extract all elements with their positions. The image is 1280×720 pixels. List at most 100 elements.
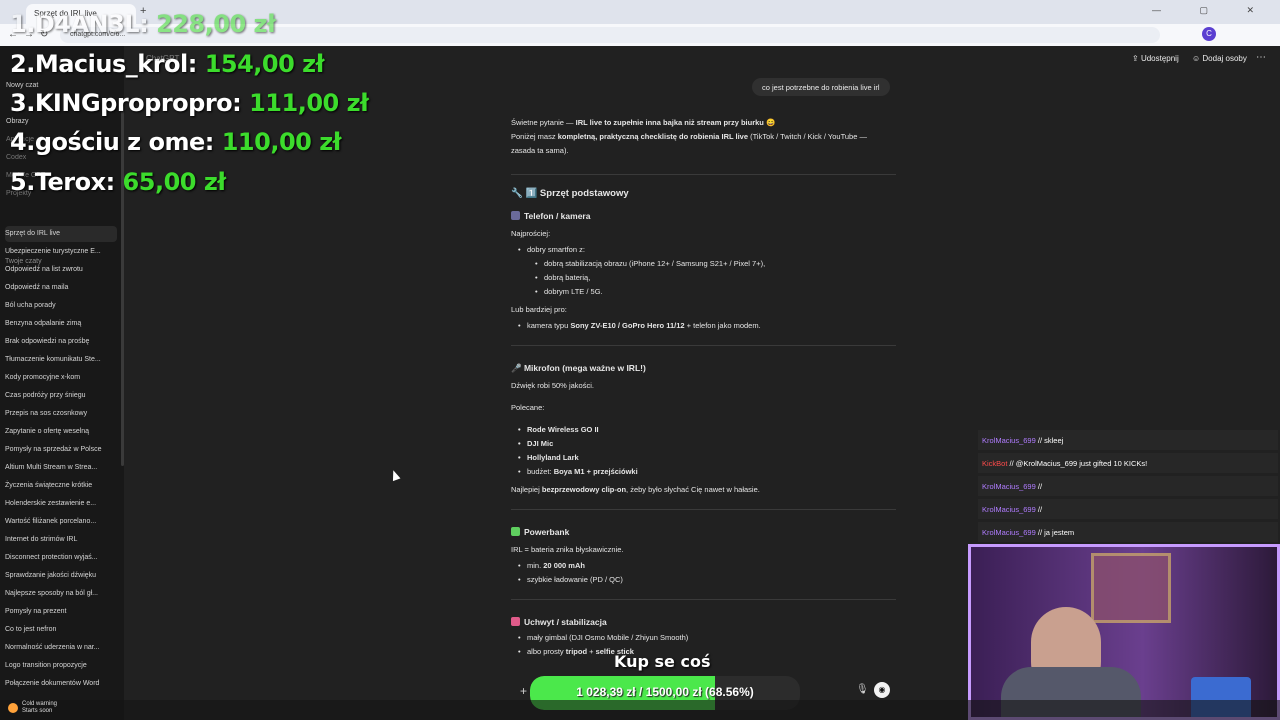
sidebar-chat-item[interactable]: Najlepsze sposoby na ból gł... (5, 586, 117, 602)
chat-text: ja jestem (1044, 528, 1075, 537)
sidebar-chat-item[interactable]: Wartość filiżanek porcelano... (5, 514, 117, 530)
add-people-button[interactable]: ☺ Dodaj osoby (1192, 54, 1247, 63)
list-item: DJI Mic (518, 437, 553, 451)
subsection-heading: Telefon / kamera (511, 209, 590, 223)
donation-goal-text: 1 028,39 zł / 1500,00 zł (68.56%) (576, 685, 754, 699)
subsection-heading: Powerbank (511, 525, 569, 539)
list-item: mały gimbal (DJI Osmo Mobile / Zhiyun Sm… (518, 631, 688, 645)
list-item: Hollyland Lark (518, 451, 579, 465)
stream-chat-message: KickBot // @KrolMacius_699 just gifted 1… (978, 453, 1278, 473)
list-item: Rode Wireless GO II (518, 423, 599, 437)
chat-text: skleej (1044, 436, 1064, 445)
chat-username: KrolMacius_699 (982, 482, 1036, 491)
list-item: dobrą stabilizacją obrazu (iPhone 12+ / … (535, 257, 765, 271)
list-item: budżet: Boya M1 + przejściówki (518, 465, 638, 479)
paragraph: Najprościej: (511, 229, 551, 238)
list-item: dobrym LTE / 5G. (535, 285, 603, 299)
battery-icon (511, 527, 520, 536)
intro-line-2: Poniżej masz kompletną, praktyczną check… (511, 132, 867, 141)
weather-widget[interactable]: Cold warning Starts soon (22, 701, 57, 715)
stream-chat-message: KrolMacius_699 // ja jestem (978, 522, 1278, 542)
leaderboard-entry-5: 5.Terox: 65,00 zł (10, 168, 226, 196)
sidebar-chat-item[interactable]: Normalność uderzenia w nar... (5, 640, 117, 656)
sidebar-chat-item[interactable]: Zapytanie o ofertę weselną (5, 424, 117, 440)
divider (511, 345, 896, 346)
sidebar-chat-item[interactable]: Brak odpowiedzi na prośbę (5, 334, 117, 350)
chat-username: KrolMacius_699 (982, 436, 1036, 445)
list-item: szybkie ładowanie (PD / QC) (518, 573, 623, 587)
subsection-heading: Uchwyt / stabilizacja (511, 615, 607, 629)
intro-line-3: zasada ta sama). (511, 146, 569, 155)
sidebar-chat-item[interactable]: Holenderskie zestawienie e... (5, 496, 117, 512)
list-item: kamera typu Sony ZV-E10 / GoPro Hero 11/… (518, 319, 761, 333)
sidebar-chat-item[interactable]: Sprawdzanie jakości dźwięku (5, 568, 117, 584)
sidebar-chat-item[interactable]: Sprzęt do IRL live (5, 226, 117, 242)
list-item: dobrą baterią, (535, 271, 590, 285)
user-message-bubble: co jest potrzebne do robienia live irl (752, 78, 890, 96)
sidebar-chat-item[interactable]: Przepis na sos czosnkowy (5, 406, 117, 422)
paragraph: IRL = bateria znika błyskawicznie. (511, 545, 624, 554)
wrench-icon: 🔧 (511, 188, 526, 199)
sidebar-chat-item[interactable]: Odpowiedź na maila (5, 280, 117, 296)
sidebar-chat-item[interactable]: Pomysły na prezent (5, 604, 117, 620)
window-controls[interactable]: — ▢ ✕ (1152, 5, 1272, 16)
profile-avatar[interactable]: C (1202, 27, 1216, 41)
sidebar-chat-item[interactable]: Logo transition propozycje (5, 658, 117, 674)
section-heading: 🔧 1️⃣ Sprzęt podstawowy (511, 188, 629, 199)
list-item: dobry smartfon z: (518, 243, 585, 257)
stream-chat-message: KrolMacius_699 // skleej (978, 430, 1278, 450)
stream-chat-message: KrolMacius_699 // (978, 499, 1278, 519)
paragraph: Najlepiej bezprzewodowy clip-on, żeby by… (511, 485, 760, 494)
sidebar-chat-item[interactable]: Życzenia świąteczne krótkie (5, 478, 117, 494)
leaderboard-entry-3: 3.KINGpropropro: 111,00 zł (10, 89, 369, 117)
intro-line-1: Świetne pytanie — IRL live to zupełnie i… (511, 118, 776, 127)
chat-username: KrolMacius_699 (982, 528, 1036, 537)
pin-icon (511, 617, 520, 626)
sidebar-images[interactable]: Obrazy (6, 118, 29, 125)
weather-icon (8, 703, 18, 713)
sidebar-chat-item[interactable]: Co to jest nefron (5, 622, 117, 638)
share-icon: ⇪ (1132, 54, 1141, 63)
sidebar-chat-item[interactable]: Disconnect protection wyjaś... (5, 550, 117, 566)
model-selector[interactable]: ChatGPT (146, 54, 179, 63)
sidebar-chat-item[interactable]: Czas podróży przy śniegu (5, 388, 117, 404)
webcam-overlay (968, 544, 1280, 720)
sidebar-chat-item[interactable]: Pomysły na sprzedaż w Polsce (5, 442, 117, 458)
sidebar-chat-item[interactable]: Altium Multi Stream w Strea... (5, 460, 117, 476)
divider (511, 599, 896, 600)
list-item: min. 20 000 mAh (518, 559, 585, 573)
sidebar-chat-item[interactable]: Ból ucha porady (5, 298, 117, 314)
sidebar-chat-item[interactable]: Odpowiedź na list zwrotu (5, 262, 117, 278)
chat-username: KickBot (982, 459, 1008, 468)
voice-mode-button[interactable]: ◉ (874, 682, 890, 698)
microphone-icon[interactable]: 🎙 (856, 684, 869, 695)
paragraph: Dźwięk robi 50% jakości. (511, 381, 594, 390)
share-button[interactable]: ⇪ Udostępnij (1132, 54, 1179, 63)
chat-username: KrolMacius_699 (982, 505, 1036, 514)
donation-goal-title: Kup se coś (614, 652, 711, 671)
paragraph: Lub bardziej pro: (511, 305, 567, 314)
sidebar-chat-item[interactable]: Kody promocyjne x-kom (5, 370, 117, 386)
attach-plus-icon[interactable]: + (520, 684, 527, 698)
mouse-cursor-icon (389, 468, 401, 482)
sidebar-chat-item[interactable]: Tłumaczenie komunikatu Ste... (5, 352, 117, 368)
sidebar-chat-item[interactable]: Połączenie dokumentów Word (5, 676, 117, 692)
phone-icon (511, 211, 520, 220)
leaderboard-entry-4: 4.gościu z ome: 110,00 zł (10, 128, 342, 156)
paragraph: Polecane: (511, 403, 545, 412)
sidebar-chat-item[interactable]: Ubezpieczenie turystyczne E... (5, 244, 117, 260)
more-options-icon[interactable]: ⋯ (1256, 52, 1266, 63)
subsection-heading: 🎤 Mikrofon (mega ważne w IRL!) (511, 363, 646, 373)
sidebar-new-chat[interactable]: Nowy czat (6, 82, 38, 89)
divider (511, 509, 896, 510)
stream-chat-message: KrolMacius_699 // (978, 476, 1278, 496)
sidebar-chat-item[interactable]: Internet do strimów IRL (5, 532, 117, 548)
taskbar (0, 700, 1280, 720)
chat-text: @KrolMacius_699 just gifted 10 KICKs! (1015, 459, 1148, 468)
sidebar-scrollbar[interactable] (121, 106, 124, 466)
microphone-icon: 🎤 (511, 363, 524, 373)
person-icon: ☺ (1192, 54, 1203, 63)
divider (511, 174, 896, 175)
leaderboard-entry-1: 1.D4AN3L: 228,00 zł (10, 10, 276, 38)
sidebar-chat-item[interactable]: Benzyna odpalanie zimą (5, 316, 117, 332)
